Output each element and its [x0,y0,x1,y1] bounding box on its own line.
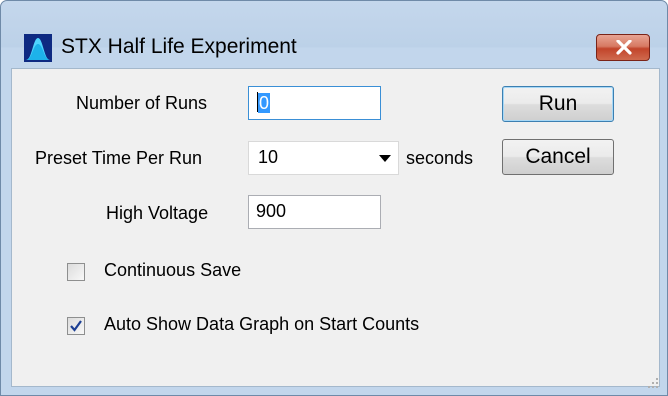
close-button[interactable] [596,34,650,61]
auto-show-checkbox[interactable] [67,317,85,335]
continuous-save-label[interactable]: Continuous Save [104,260,241,281]
runs-value: 0 [258,93,271,113]
dialog-window: STX Half Life Experiment Number of Runs … [0,0,668,396]
resize-grip-icon[interactable] [645,375,659,389]
preset-time-label: Preset Time Per Run [35,148,203,168]
window-title: STX Half Life Experiment [61,35,297,58]
continuous-save-checkbox[interactable] [67,263,85,281]
bell-curve-icon [24,34,52,62]
run-button[interactable]: Run [502,86,614,122]
close-icon [616,40,632,55]
preset-time-unit: seconds [406,148,474,168]
preset-time-value: 10 [258,147,279,167]
chevron-down-icon[interactable] [379,155,391,162]
preset-time-select[interactable]: 10 [248,141,399,175]
cancel-button[interactable]: Cancel [502,139,614,175]
auto-show-label[interactable]: Auto Show Data Graph on Start Counts [104,314,419,335]
runs-input[interactable]: 0 [248,86,381,120]
voltage-value: 900 [256,201,287,221]
runs-label: Number of Runs [76,93,208,113]
voltage-label: High Voltage [106,203,209,223]
checkmark-icon [70,320,82,332]
voltage-input[interactable]: 900 [248,195,381,229]
